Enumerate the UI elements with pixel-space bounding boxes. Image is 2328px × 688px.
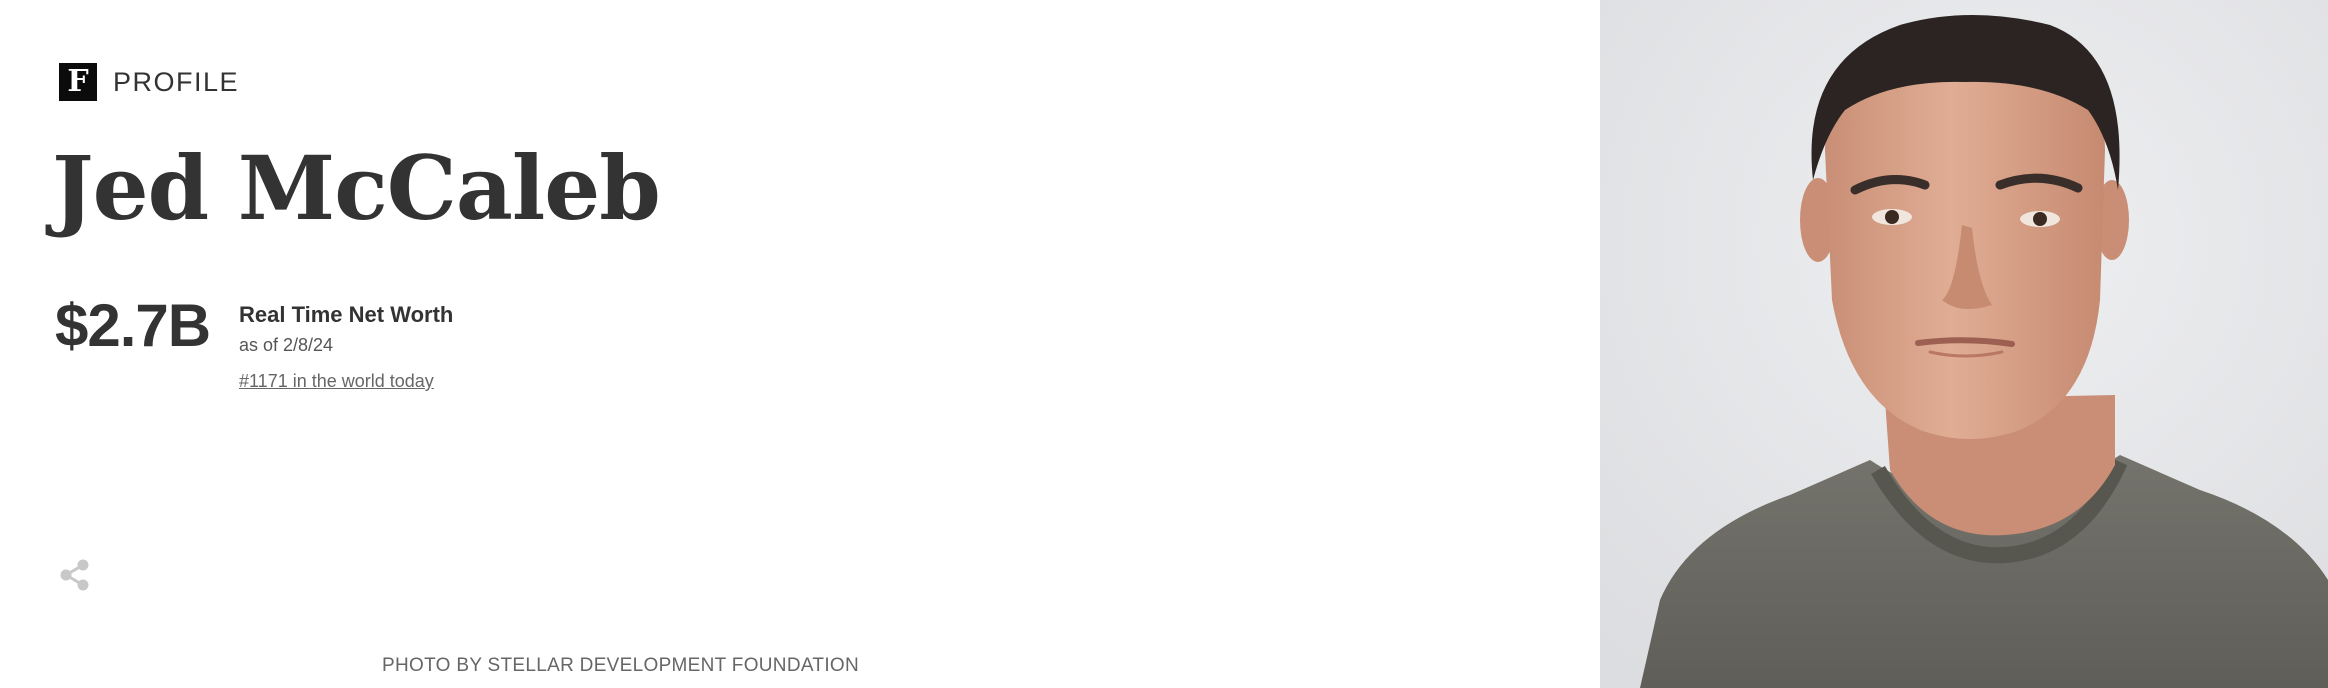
world-rank-link[interactable]: #1171 in the world today xyxy=(239,368,434,394)
photo-credit: PHOTO BY STELLAR DEVELOPMENT FOUNDATION xyxy=(382,655,859,676)
portrait-illustration xyxy=(1600,0,2328,688)
profile-info-panel: F PROFILE Jed McCaleb $2.7B Real Time Ne… xyxy=(0,0,1600,688)
person-name: Jed McCaleb xyxy=(52,136,661,240)
section-label: PROFILE xyxy=(113,66,240,97)
brand-row: F PROFILE xyxy=(59,63,239,101)
share-icon xyxy=(60,559,89,591)
profile-photo xyxy=(1600,0,2328,688)
net-worth-value: $2.7B xyxy=(55,292,211,359)
net-worth-date: as of 2/8/24 xyxy=(239,335,334,355)
share-button[interactable] xyxy=(58,558,92,592)
profile-page: F PROFILE Jed McCaleb $2.7B Real Time Ne… xyxy=(0,0,2328,688)
forbes-logo[interactable]: F xyxy=(59,63,97,101)
net-worth-title: Real Time Net Worth xyxy=(239,302,454,327)
net-worth-details: Real Time Net Worth as of 2/8/24 #1171 i… xyxy=(239,300,453,394)
